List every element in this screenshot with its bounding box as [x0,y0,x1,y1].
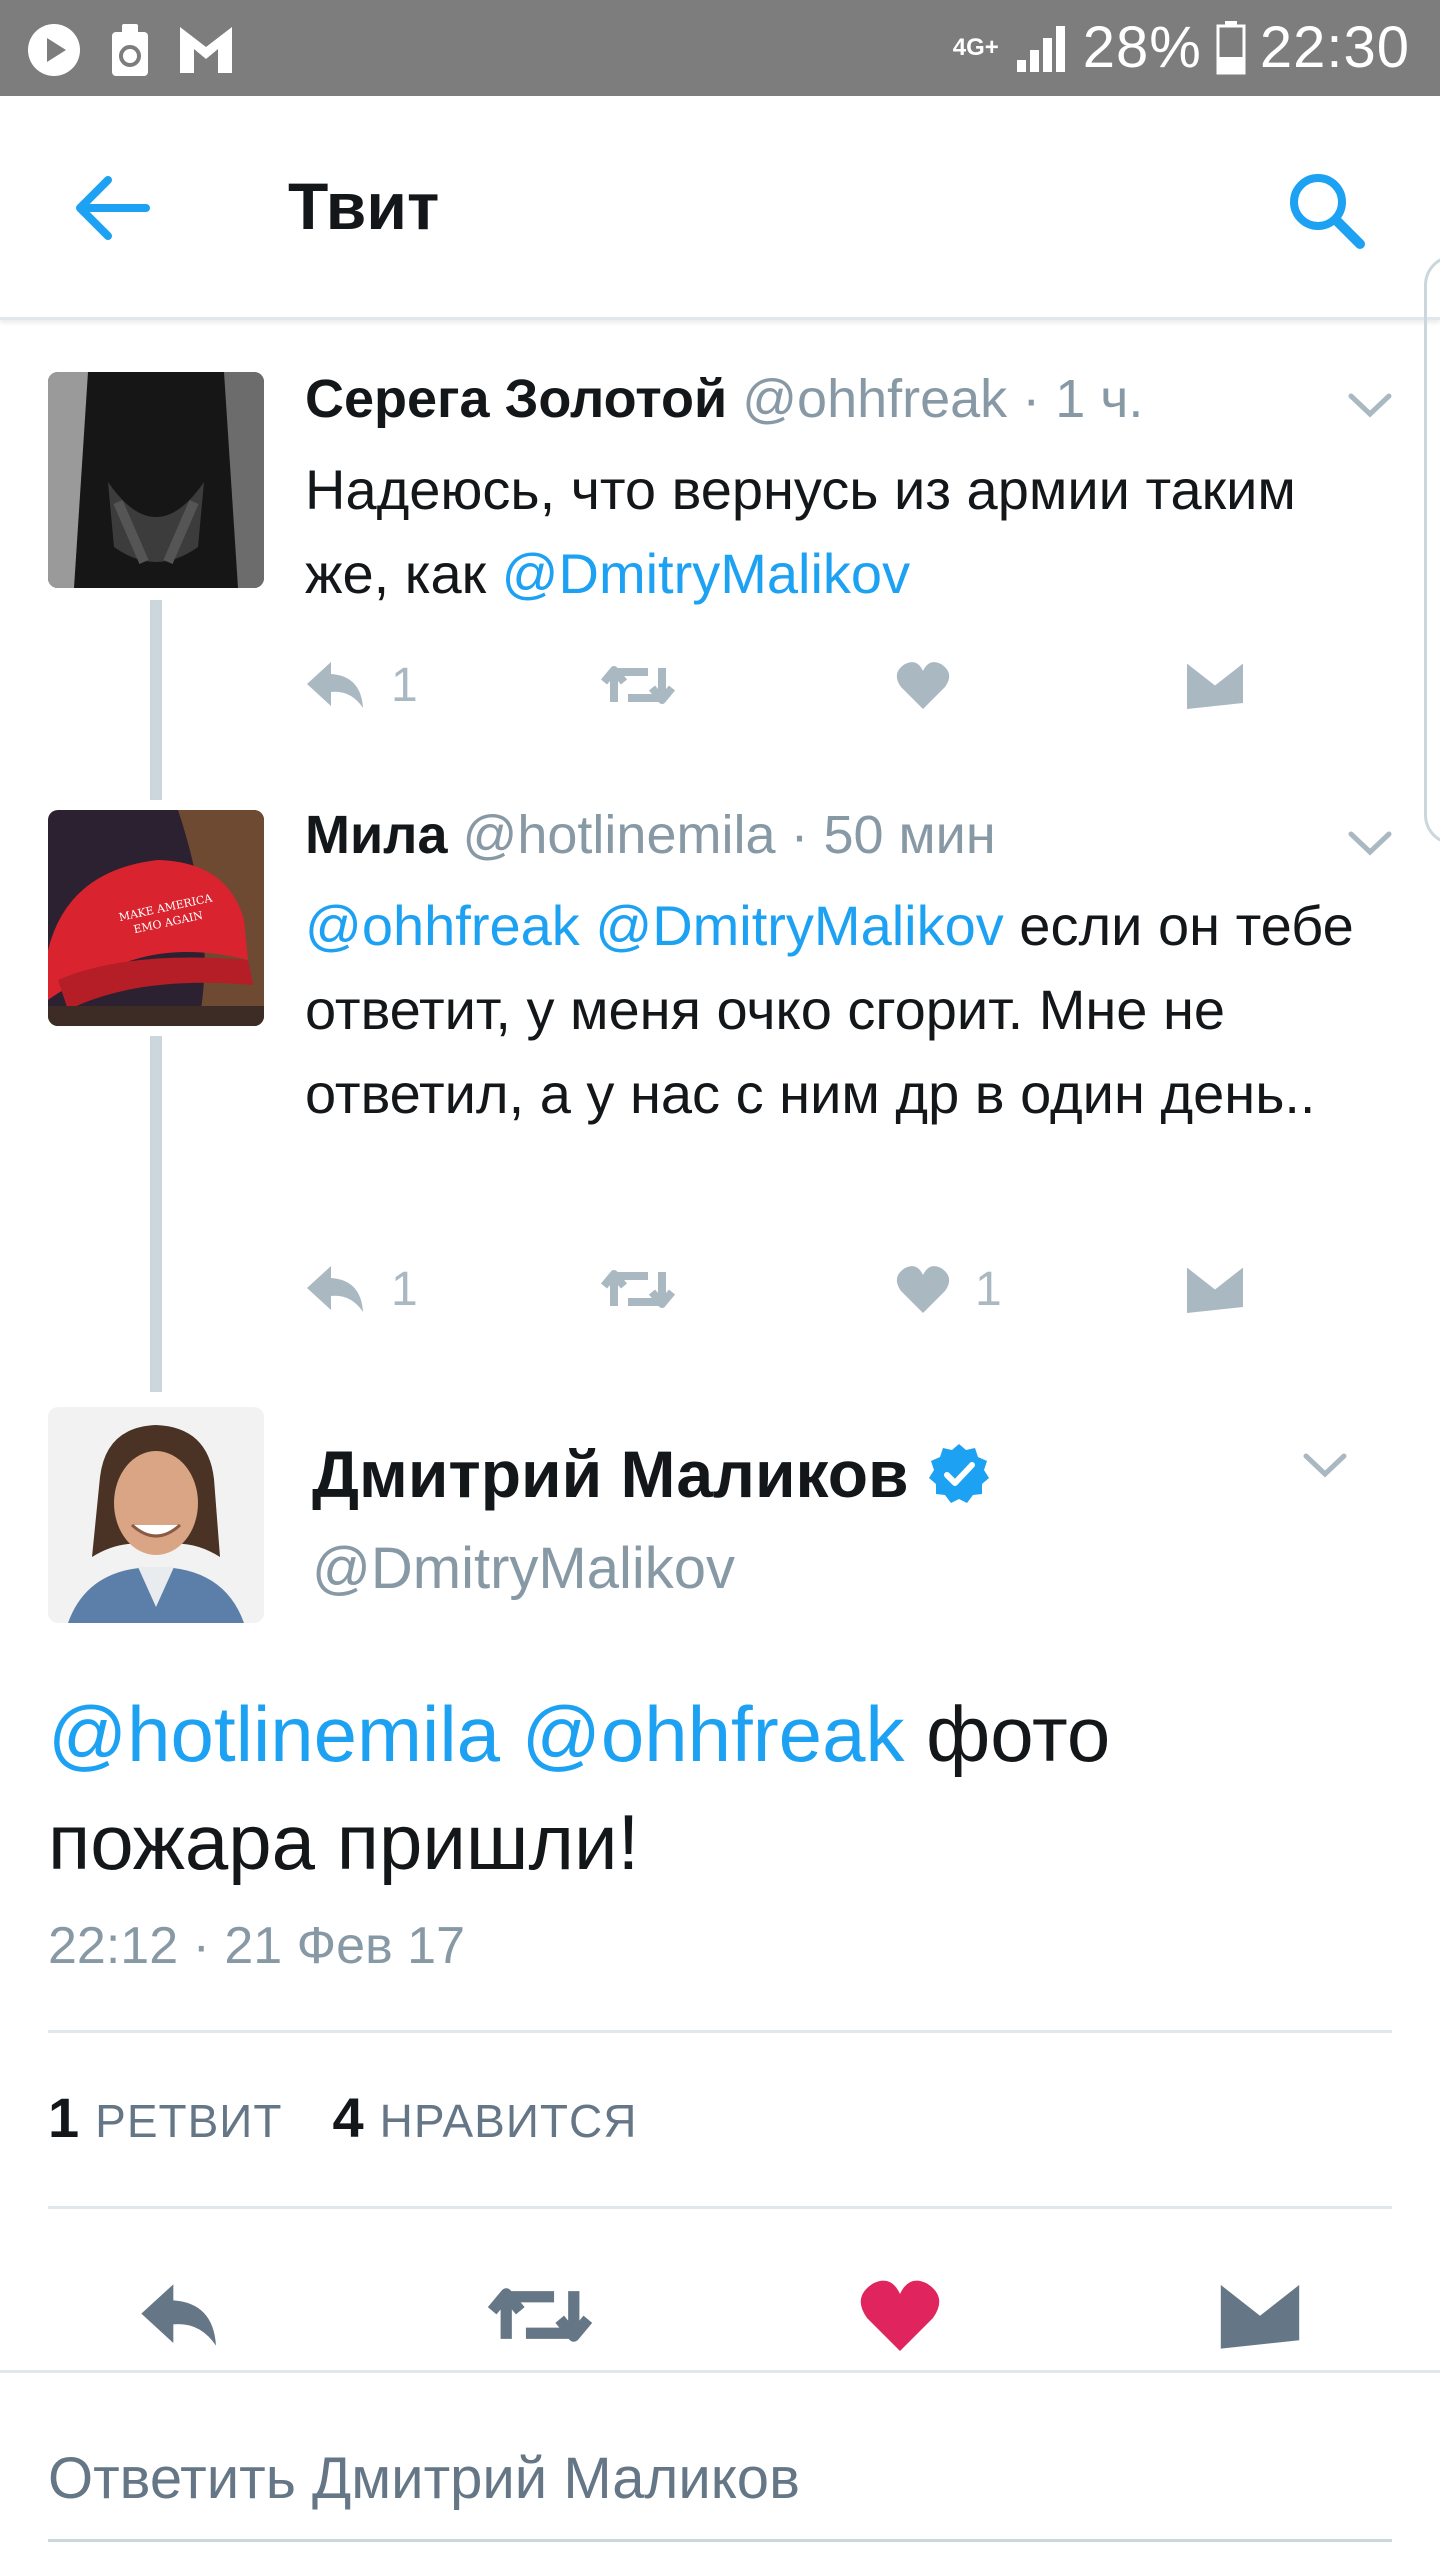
reply-action[interactable]: 1 [305,650,418,720]
clock: 22:30 [1259,15,1410,80]
like-count: 1 [975,1262,1002,1316]
tweet-stats: 1 РЕТВИТ 4 НРАВИТСЯ [48,2085,671,2150]
tweet-actions: 1 [305,650,1265,720]
tweet-header: Мила @hotlinemila · 50 мин [305,804,996,866]
app-header: Твит [0,96,1440,320]
chevron-down-icon[interactable] [1345,824,1395,864]
like-count[interactable]: 4 [332,2085,363,2150]
status-bar: 4G+ 28% 22:30 [0,0,1440,96]
network-indicator: 4G+ [952,33,999,61]
author-name[interactable]: Мила [305,805,448,865]
thread-line [150,1036,162,1392]
reply-button[interactable] [120,2260,240,2370]
tweet-time: · 50 мин [790,805,996,865]
avatar[interactable]: MAKE AMERICA EMO AGAIN [48,810,264,1026]
like-label[interactable]: НРАВИТСЯ [380,2094,638,2148]
author-handle: @hotlinemila [462,805,776,865]
retweet-icon [600,1270,676,1308]
mention-link[interactable]: @ohhfreak [522,1690,905,1778]
avatar-photo [48,372,264,588]
back-button[interactable] [70,172,154,244]
tweet-timestamp: 22:12 · 21 Фев 17 [48,1917,465,1975]
main-author[interactable]: Дмитрий Маликов [312,1436,991,1512]
thread-tweet[interactable]: Серега Золотой @ohhfreak · 1 ч. Надеюсь,… [0,360,1440,800]
thread-line [150,600,162,800]
retweet-action[interactable] [600,650,676,720]
status-bar-notifications [26,22,234,78]
author-handle: @ohhfreak [742,369,1008,429]
battery-percent: 28% [1082,15,1202,80]
dm-button[interactable] [1200,2260,1320,2370]
avatar[interactable] [48,372,264,588]
retweet-count[interactable]: 1 [48,2085,79,2150]
page-title: Твит [288,169,440,243]
reply-icon [307,662,363,708]
mail-app-icon [180,27,232,73]
dm-action[interactable] [1185,650,1245,720]
retweet-icon [600,666,676,704]
mention-link[interactable]: @hotlinemila [48,1690,500,1778]
arrow-left-icon [76,176,150,240]
chevron-down-icon[interactable] [1345,386,1395,426]
reply-input[interactable] [48,2433,1392,2523]
retweet-label[interactable]: РЕТВИТ [95,2094,282,2148]
author-handle: @DmitryMalikov [312,1536,735,1601]
tweet-text: @ohhfreak @DmitryMalikov если он тебе от… [305,884,1385,1136]
mention-link[interactable]: @DmitryMalikov [595,894,1003,957]
signal-icon [1016,25,1065,72]
chevron-down-icon[interactable] [1300,1446,1350,1486]
search-icon [1290,174,1365,249]
main-tweet-text: @hotlinemila @ohhfreak фото пожара пришл… [48,1680,1388,1896]
like-button[interactable] [840,2260,960,2370]
tweet-actions: 1 1 [305,1254,1265,1324]
dm-action[interactable] [1185,1254,1245,1324]
envelope-icon [1185,659,1245,709]
play-icon [28,24,80,76]
verified-badge-icon [928,1444,989,1503]
reply-icon [141,2284,216,2346]
like-action[interactable] [895,650,975,720]
divider [48,2030,1392,2033]
retweet-icon [487,2288,593,2342]
avatar-photo: MAKE AMERICA EMO AGAIN [48,810,264,1026]
tweet-text: Надеюсь, что вернусь из армии таким же, … [305,448,1385,616]
recycle-icon [112,24,148,76]
main-tweet-actions [0,2260,1440,2370]
heart-icon [896,1266,950,1313]
heart-filled-icon [860,2280,940,2351]
mention-link[interactable]: @DmitryMalikov [502,542,910,605]
divider [48,2206,1392,2209]
status-bar-system: 4G+ 28% 22:30 [953,14,1410,81]
avatar[interactable] [48,1407,264,1623]
heart-icon [896,662,950,709]
reply-composer [0,2370,1440,2560]
envelope-icon [1219,2279,1301,2349]
envelope-icon [1185,1263,1245,1313]
author-name: Дмитрий Маликов [312,1437,909,1511]
mention-link[interactable]: @ohhfreak [305,894,580,957]
reply-action[interactable]: 1 [305,1254,418,1324]
thread-tweet[interactable]: MAKE AMERICA EMO AGAIN Мила @hotlinemila… [0,800,1440,1400]
like-action[interactable]: 1 [895,1254,1002,1324]
tweet-header: Серега Золотой @ohhfreak · 1 ч. [305,368,1143,430]
author-name[interactable]: Серега Золотой [305,369,727,429]
reply-input-underline [48,2539,1392,2542]
retweet-action[interactable] [600,1254,676,1324]
retweet-button[interactable] [480,2260,600,2370]
tweet-time: · 1 ч. [1022,369,1144,429]
avatar-photo [48,1407,264,1623]
reply-icon [307,1266,363,1312]
reply-count: 1 [391,1262,418,1316]
battery-icon [1216,20,1246,74]
search-button[interactable] [1284,168,1368,252]
reply-count: 1 [391,658,418,712]
